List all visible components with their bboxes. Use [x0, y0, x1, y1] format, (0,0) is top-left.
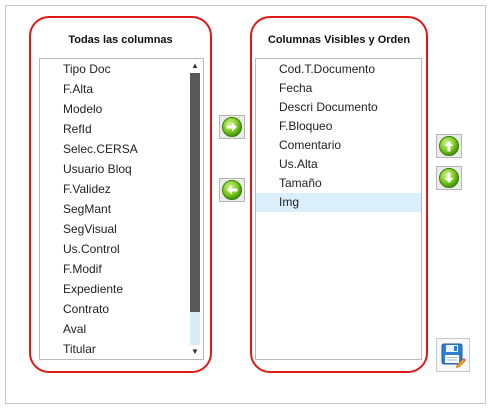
all-columns-items: Tipo Doc F.Alta Modelo RefId Selec.CERSA Usua… [40, 59, 203, 359]
list-item[interactable]: Fecha [256, 79, 421, 98]
all-columns-scrollbar[interactable]: ▲ ▼ [187, 59, 203, 359]
arrow-up-icon [439, 136, 459, 156]
arrow-left-icon [222, 180, 242, 200]
move-down-button[interactable] [436, 166, 462, 190]
list-item[interactable]: Expediente [40, 279, 203, 299]
list-item[interactable]: F.Validez [40, 179, 203, 199]
list-item[interactable]: F.Bloqueo [256, 117, 421, 136]
visible-columns-items: Cod.T.Documento Fecha Descri Documento F.Bl… [256, 60, 421, 212]
all-columns-group: Todas las columnas Tipo Doc F.Alta Modelo R… [29, 16, 212, 373]
list-item[interactable]: F.Modif [40, 259, 203, 279]
list-item[interactable]: Tamaño [256, 174, 421, 193]
list-item[interactable]: F.Alta [40, 79, 203, 99]
list-item[interactable]: Aval [40, 319, 203, 339]
visible-columns-title: Columnas Visibles y Orden [267, 34, 411, 46]
list-item[interactable]: Tipo Doc [40, 59, 203, 79]
list-item[interactable]: Us.Control [40, 239, 203, 259]
move-up-button[interactable] [436, 134, 462, 158]
list-item[interactable]: Usuario Bloq [40, 159, 203, 179]
save-button[interactable] [436, 338, 470, 372]
list-item[interactable]: Contrato [40, 299, 203, 319]
list-item[interactable]: SegVisual [40, 219, 203, 239]
save-edit-icon [441, 343, 466, 368]
list-item[interactable]: Selec.CERSA [40, 139, 203, 159]
list-item[interactable]: Comentario [256, 136, 421, 155]
add-column-button[interactable] [219, 115, 245, 139]
remove-column-button[interactable] [219, 178, 245, 202]
scroll-thumb[interactable] [190, 73, 200, 312]
scroll-track[interactable] [190, 73, 200, 345]
list-item[interactable]: RefId [40, 119, 203, 139]
list-item[interactable]: SegMant [40, 199, 203, 219]
list-item[interactable]: Cod.T.Documento [256, 60, 421, 79]
arrow-right-icon [222, 117, 242, 137]
visible-columns-list[interactable]: Cod.T.Documento Fecha Descri Documento F.Bl… [255, 58, 422, 360]
scroll-up-icon[interactable]: ▲ [187, 59, 203, 73]
list-item[interactable]: Img [256, 193, 421, 212]
arrow-down-icon [439, 168, 459, 188]
list-item[interactable]: Descri Documento [256, 98, 421, 117]
list-item[interactable]: Titular [40, 339, 203, 359]
all-columns-list[interactable]: Tipo Doc F.Alta Modelo RefId Selec.CERSA Usua… [39, 58, 204, 360]
list-item[interactable]: Us.Alta [256, 155, 421, 174]
visible-columns-group: Columnas Visibles y Orden Cod.T.Document… [250, 16, 428, 373]
list-item[interactable]: Modelo [40, 99, 203, 119]
scroll-down-icon[interactable]: ▼ [187, 345, 203, 359]
all-columns-title: Todas las columnas [68, 34, 173, 46]
